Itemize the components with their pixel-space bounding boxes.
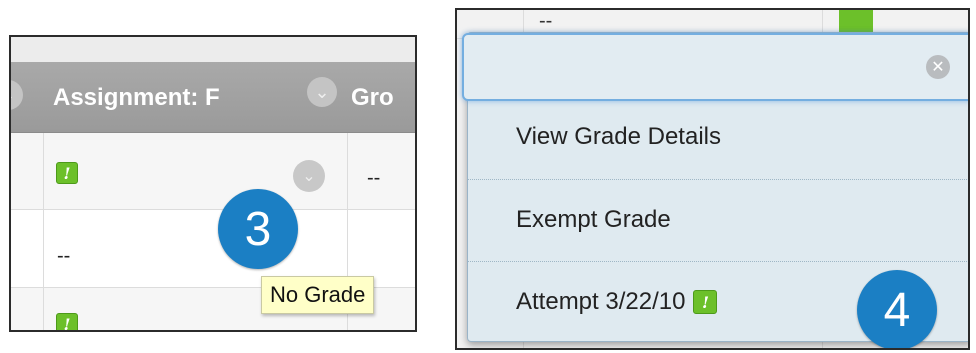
grid-header: ⌄ Assignment: F ⌄ Gro (11, 62, 415, 133)
menu-item-view-grade-details[interactable]: View Grade Details (468, 97, 968, 177)
close-icon[interactable]: ✕ (926, 55, 950, 79)
needs-grading-icon (839, 10, 873, 32)
menu-item-label: View Grade Details (516, 123, 721, 150)
assignment-column-chevron-icon[interactable]: ⌄ (307, 77, 337, 107)
step-badge-4: 4 (857, 270, 937, 348)
needs-grading-icon[interactable]: ! (56, 162, 78, 184)
assignment-cell-value: -- (57, 245, 71, 267)
cell-menu-panel: -- ✕ View Grade Details Exempt Grade Att… (455, 8, 970, 350)
needs-grading-icon: ! (693, 290, 718, 314)
column-header-assignment[interactable]: Assignment: F (53, 84, 220, 112)
cell-menu-chevron-icon[interactable]: ⌄ (293, 160, 325, 192)
tooltip: No Grade (261, 276, 375, 314)
menu-header: ✕ (462, 33, 968, 101)
step-badge-3: 3 (218, 189, 298, 269)
cell-value: -- (539, 10, 553, 32)
column-divider (43, 133, 44, 330)
toolbar-strip (11, 37, 415, 63)
menu-item-exempt-grade[interactable]: Exempt Grade (468, 180, 968, 260)
needs-grading-icon[interactable]: ! (56, 313, 78, 330)
column-menu-chevron-icon[interactable]: ⌄ (11, 80, 23, 110)
grade-center-panel: ⌄ Assignment: F ⌄ Gro ! -- -- ! ⌄ 3 No G… (9, 35, 417, 332)
menu-item-label: Exempt Grade (516, 206, 671, 233)
menu-item-label: Attempt 3/22/10 (516, 288, 686, 315)
group-cell-value: -- (367, 167, 381, 189)
column-header-group[interactable]: Gro (351, 84, 394, 112)
